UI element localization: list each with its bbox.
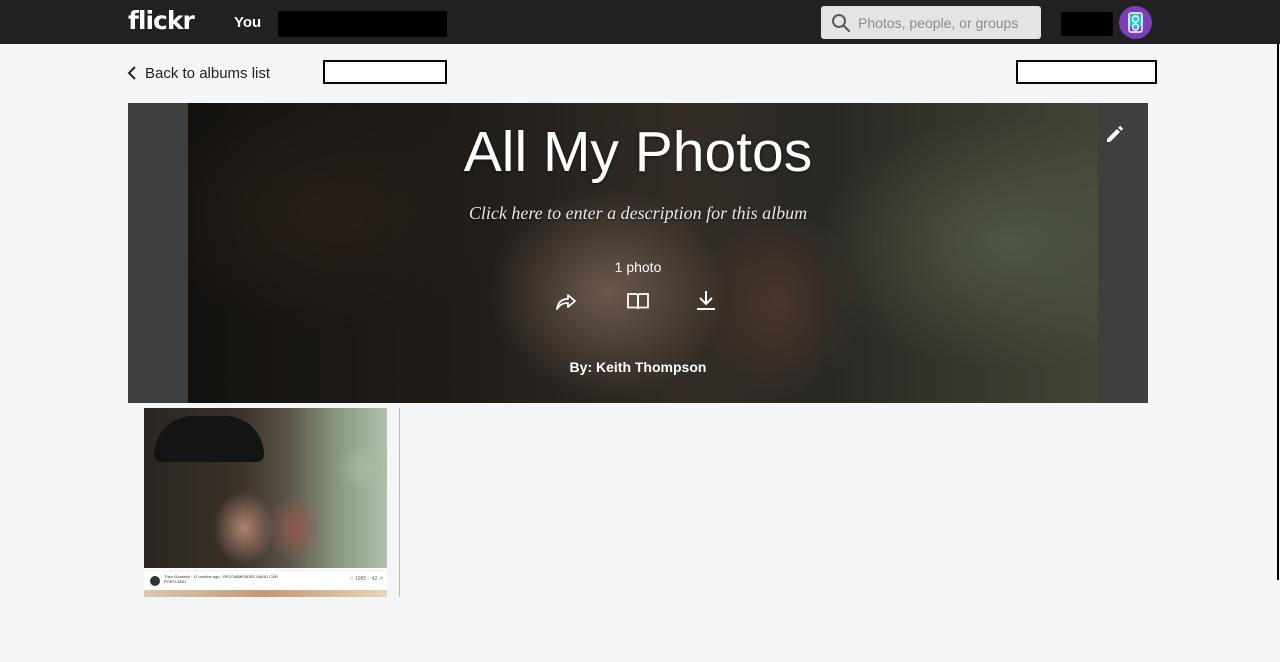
album-hero: All My Photos Click here to enter a desc… [128, 103, 1148, 403]
thumbnail-bottom-strip [144, 590, 387, 597]
open-book-icon[interactable] [626, 289, 650, 313]
album-byline[interactable]: By: Keith Thompson [128, 359, 1148, 375]
avatar[interactable] [1119, 6, 1152, 39]
top-navigation-bar: flickr You [0, 0, 1280, 44]
photo-thumbnail[interactable]: Théo Gosselin · 11 months ago · RECOMMEN… [144, 408, 387, 597]
redacted-box-right [1016, 60, 1157, 84]
nav-you-link[interactable]: You [234, 14, 261, 31]
search-input[interactable] [858, 6, 1036, 39]
back-to-albums-link[interactable]: Back to albums list [127, 63, 270, 83]
album-title[interactable]: All My Photos [128, 119, 1148, 185]
thumbnail-author-avatar [150, 576, 160, 586]
window-edge [1277, 44, 1279, 580]
redacted-nav-menu [278, 11, 447, 37]
thumbnail-caption: Théo Gosselin · 11 months ago · RECOMMEN… [164, 574, 278, 584]
album-actions [554, 289, 722, 313]
flickr-logo[interactable]: flickr [128, 6, 195, 35]
avatar-graphic-icon [1128, 12, 1143, 33]
share-arrow-icon[interactable] [554, 289, 578, 313]
download-icon[interactable] [694, 289, 718, 313]
redacted-username [1061, 12, 1113, 36]
redacted-box-left [323, 60, 447, 84]
thumbnail-footer: Théo Gosselin · 11 months ago · RECOMMEN… [144, 570, 387, 590]
thumbnail-image [144, 408, 387, 568]
grid-divider [399, 408, 400, 597]
album-description-prompt[interactable]: Click here to enter a description for th… [128, 203, 1148, 224]
back-to-albums-label: Back to albums list [145, 64, 271, 82]
album-photo-count: 1 photo [614, 259, 662, 275]
thumbnail-stats: ☆ 1985 ◌ 42 ↗ [349, 576, 383, 582]
search-box[interactable] [821, 6, 1041, 39]
chevron-left-icon [127, 66, 136, 80]
thumbnail-hat-shape [154, 416, 264, 462]
search-icon[interactable] [831, 13, 851, 33]
